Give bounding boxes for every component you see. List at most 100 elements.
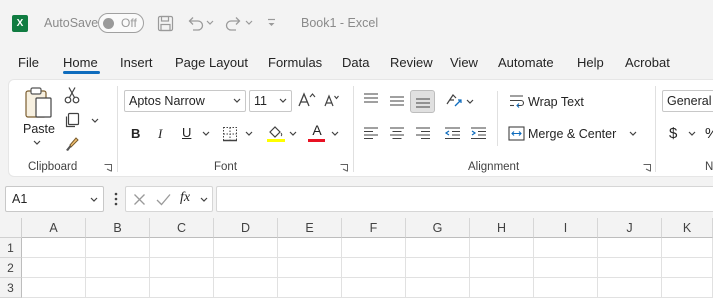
grid-cell[interactable] — [342, 258, 406, 278]
underline-dropdown-icon[interactable] — [202, 131, 210, 137]
grid-cell[interactable] — [406, 278, 470, 298]
redo-dropdown-icon[interactable] — [245, 20, 253, 26]
grid-cell[interactable] — [214, 278, 278, 298]
grid-cell[interactable] — [534, 278, 598, 298]
column-header[interactable]: H — [470, 218, 534, 238]
column-header[interactable]: B — [86, 218, 150, 238]
merge-center-button[interactable]: Merge & Center — [528, 127, 616, 141]
cancel-icon[interactable] — [133, 193, 146, 206]
clipboard-launcher-icon[interactable] — [104, 164, 112, 172]
grid-cell[interactable] — [470, 238, 534, 258]
font-launcher-icon[interactable] — [340, 164, 348, 172]
column-header[interactable]: F — [342, 218, 406, 238]
enter-icon[interactable] — [156, 193, 171, 206]
number-format-select[interactable]: General — [662, 90, 713, 112]
column-header[interactable]: A — [22, 218, 86, 238]
more-options-icon[interactable] — [114, 192, 118, 206]
grid-cell[interactable] — [278, 238, 342, 258]
align-top-icon[interactable] — [363, 92, 379, 106]
currency-dropdown-icon[interactable] — [688, 131, 696, 137]
orientation-dropdown-icon[interactable] — [466, 99, 474, 105]
tab-review[interactable]: Review — [390, 55, 433, 70]
column-header[interactable]: C — [150, 218, 214, 238]
grid-cell[interactable] — [22, 278, 86, 298]
paste-label[interactable]: Paste — [23, 122, 55, 136]
grid-cell[interactable] — [150, 278, 214, 298]
grid-cell[interactable] — [278, 278, 342, 298]
bold-button[interactable]: B — [131, 126, 140, 141]
grid-cell[interactable] — [598, 278, 662, 298]
copy-icon[interactable] — [64, 112, 80, 128]
font-color-dropdown-icon[interactable] — [331, 131, 339, 137]
grid-cell[interactable] — [86, 258, 150, 278]
grid-cell[interactable] — [22, 238, 86, 258]
percent-format-button[interactable]: % — [705, 125, 713, 142]
grid-cell[interactable] — [470, 278, 534, 298]
tab-home[interactable]: Home — [63, 55, 98, 70]
grid-cell[interactable] — [22, 258, 86, 278]
decrease-font-size-icon[interactable] — [324, 94, 340, 108]
column-header[interactable]: I — [534, 218, 598, 238]
tab-data[interactable]: Data — [342, 55, 369, 70]
name-box[interactable]: A1 — [5, 186, 104, 212]
grid-cell[interactable] — [662, 258, 713, 278]
grid-cell[interactable] — [86, 238, 150, 258]
underline-button[interactable]: U — [182, 125, 191, 140]
align-left-icon[interactable] — [363, 126, 379, 140]
column-header[interactable]: K — [662, 218, 713, 238]
paste-dropdown-icon[interactable] — [33, 140, 41, 146]
insert-function-button[interactable]: fx — [180, 190, 190, 206]
grid-cell[interactable] — [406, 258, 470, 278]
paste-icon[interactable] — [24, 86, 54, 120]
grid-cell[interactable] — [598, 258, 662, 278]
wrap-text-button[interactable]: Wrap Text — [528, 95, 584, 109]
grid-cell[interactable] — [214, 258, 278, 278]
tab-automate[interactable]: Automate — [498, 55, 554, 70]
column-header[interactable]: D — [214, 218, 278, 238]
tab-insert[interactable]: Insert — [120, 55, 153, 70]
column-header[interactable]: E — [278, 218, 342, 238]
wrap-text-icon[interactable] — [509, 93, 525, 109]
undo-icon[interactable] — [186, 15, 204, 31]
grid-cell[interactable] — [342, 238, 406, 258]
formula-input[interactable] — [216, 186, 713, 212]
grid-cell[interactable] — [278, 258, 342, 278]
font-color-button[interactable]: A — [308, 122, 326, 142]
alignment-launcher-icon[interactable] — [643, 164, 651, 172]
increase-font-size-icon[interactable] — [298, 92, 316, 108]
grid-cell[interactable] — [598, 238, 662, 258]
increase-indent-icon[interactable] — [470, 126, 487, 140]
tab-acrobat[interactable]: Acrobat — [625, 55, 670, 70]
select-all-corner[interactable] — [0, 218, 22, 238]
row-header[interactable]: 1 — [0, 238, 22, 258]
currency-format-button[interactable]: $ — [669, 125, 677, 142]
grid-cell[interactable] — [86, 278, 150, 298]
fill-color-dropdown-icon[interactable] — [289, 131, 297, 137]
grid-cell[interactable] — [406, 238, 470, 258]
italic-button[interactable]: I — [158, 126, 162, 142]
redo-icon[interactable] — [225, 15, 243, 31]
autosave-toggle[interactable]: Off — [98, 13, 144, 33]
grid-cell[interactable] — [342, 278, 406, 298]
align-center-icon[interactable] — [389, 126, 405, 140]
align-right-icon[interactable] — [415, 126, 431, 140]
row-header[interactable]: 2 — [0, 258, 22, 278]
align-bottom-button[interactable] — [410, 90, 435, 113]
grid-cell[interactable] — [534, 258, 598, 278]
cut-icon[interactable] — [64, 86, 80, 104]
tab-file[interactable]: File — [18, 55, 39, 70]
grid-cell[interactable] — [662, 238, 713, 258]
grid-cell[interactable] — [150, 238, 214, 258]
borders-icon[interactable] — [222, 126, 238, 142]
save-icon[interactable] — [157, 15, 174, 32]
orientation-icon[interactable] — [445, 92, 463, 108]
borders-dropdown-icon[interactable] — [245, 131, 253, 137]
tab-view[interactable]: View — [450, 55, 478, 70]
font-size-select[interactable]: 11 — [249, 90, 292, 112]
fill-color-icon[interactable] — [266, 124, 286, 142]
customize-toolbar-icon[interactable] — [267, 18, 276, 28]
grid-cell[interactable] — [470, 258, 534, 278]
merge-center-icon[interactable] — [508, 126, 525, 141]
tab-page-layout[interactable]: Page Layout — [175, 55, 248, 70]
font-name-select[interactable]: Aptos Narrow — [124, 90, 246, 112]
